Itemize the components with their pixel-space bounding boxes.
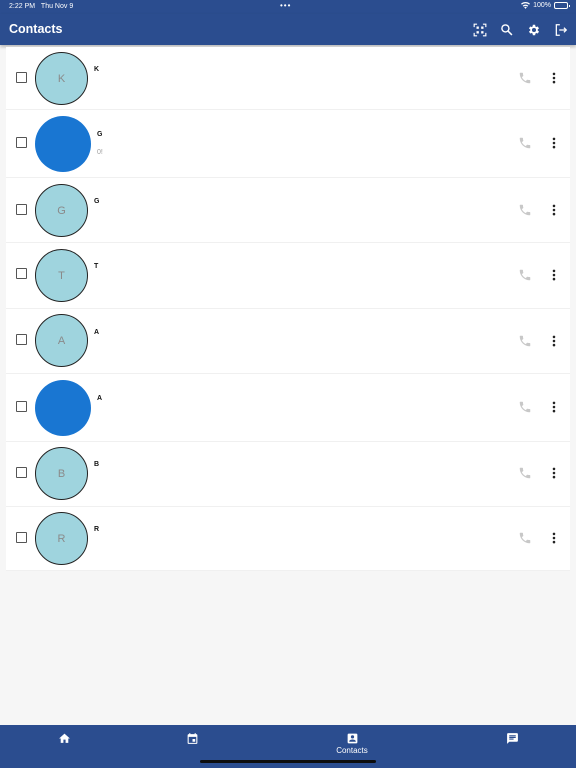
- page-title: Contacts: [9, 22, 63, 36]
- phone-icon[interactable]: [518, 466, 532, 480]
- chat-icon: [506, 733, 518, 744]
- more-vert-icon[interactable]: [549, 400, 559, 414]
- select-checkbox[interactable]: [16, 204, 27, 215]
- app-bar-actions: [470, 20, 570, 39]
- nav-item-chat[interactable]: [482, 732, 542, 746]
- wifi-icon: [521, 2, 531, 9]
- contact-row[interactable]: T T: [6, 243, 570, 309]
- more-vert-icon[interactable]: [549, 136, 559, 150]
- phone-icon[interactable]: [518, 531, 532, 545]
- contact-subtitle: 0!: [97, 149, 103, 156]
- nav-item-home[interactable]: [34, 732, 94, 746]
- select-checkbox[interactable]: [16, 137, 27, 148]
- search-icon[interactable]: [497, 20, 516, 39]
- contact-row[interactable]: R R: [6, 507, 570, 571]
- more-vert-icon[interactable]: [549, 203, 559, 217]
- avatar[interactable]: B: [35, 447, 88, 500]
- contact-name: G: [94, 198, 100, 205]
- contact-name: A: [94, 329, 100, 336]
- contact-row[interactable]: A: [6, 374, 570, 442]
- contact-name: B: [94, 461, 100, 468]
- avatar[interactable]: K: [35, 52, 88, 105]
- home-icon: [58, 733, 70, 743]
- gear-icon[interactable]: [524, 20, 543, 39]
- contacts-icon: [347, 733, 357, 744]
- calendar-icon: [187, 733, 197, 744]
- phone-icon[interactable]: [518, 334, 532, 348]
- multitask-dots[interactable]: •••: [280, 1, 291, 11]
- home-indicator[interactable]: [200, 760, 376, 763]
- status-bar: 2:22 PM Thu Nov 9 ••• 100%: [0, 0, 576, 14]
- avatar[interactable]: T: [35, 249, 88, 302]
- contact-row[interactable]: A A: [6, 309, 570, 374]
- more-vert-icon[interactable]: [549, 466, 559, 480]
- nav-label-contacts: Contacts: [336, 746, 368, 755]
- more-vert-icon[interactable]: [549, 531, 559, 545]
- battery-percent: 100%: [533, 2, 551, 9]
- status-time: 2:22 PM Thu Nov 9: [9, 3, 74, 10]
- contact-row[interactable]: K K: [6, 47, 570, 110]
- avatar[interactable]: [35, 380, 91, 436]
- select-checkbox[interactable]: [16, 268, 27, 279]
- app-bar: Contacts: [0, 14, 576, 45]
- avatar[interactable]: [35, 116, 91, 172]
- more-vert-icon[interactable]: [549, 71, 559, 85]
- contact-row[interactable]: B B: [6, 442, 570, 507]
- contact-name: K: [94, 66, 100, 73]
- contact-list: K K G 0! G G T T A A A B B R R: [6, 47, 570, 571]
- battery-icon: [554, 2, 570, 9]
- select-checkbox[interactable]: [16, 72, 27, 83]
- avatar[interactable]: A: [35, 314, 88, 367]
- avatar[interactable]: R: [35, 512, 88, 565]
- phone-icon[interactable]: [518, 71, 532, 85]
- contact-name: R: [94, 526, 100, 533]
- select-checkbox[interactable]: [16, 467, 27, 478]
- contact-name: T: [94, 263, 99, 270]
- select-checkbox[interactable]: [16, 401, 27, 412]
- nav-item-calendar[interactable]: [162, 732, 222, 746]
- phone-icon[interactable]: [518, 400, 532, 414]
- more-vert-icon[interactable]: [549, 334, 559, 348]
- phone-icon[interactable]: [518, 203, 532, 217]
- contact-row[interactable]: G G: [6, 178, 570, 243]
- select-checkbox[interactable]: [16, 334, 27, 345]
- phone-icon[interactable]: [518, 136, 532, 150]
- contact-name: A: [97, 395, 103, 402]
- phone-icon[interactable]: [518, 268, 532, 282]
- qr-scan-icon[interactable]: [470, 20, 489, 39]
- avatar[interactable]: G: [35, 184, 88, 237]
- contact-row[interactable]: G 0!: [6, 110, 570, 178]
- contact-name: G: [97, 131, 103, 138]
- select-checkbox[interactable]: [16, 532, 27, 543]
- nav-item-contacts[interactable]: Contacts: [322, 732, 382, 755]
- logout-icon[interactable]: [551, 20, 570, 39]
- status-right: 100%: [521, 2, 570, 9]
- more-vert-icon[interactable]: [549, 268, 559, 282]
